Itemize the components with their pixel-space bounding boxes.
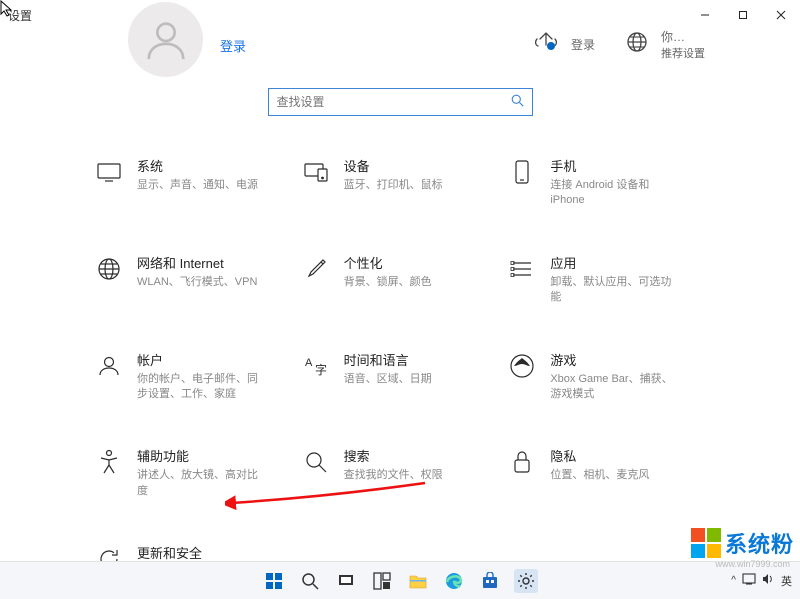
privacy-icon [508,448,536,476]
onedrive-icon [533,31,559,58]
tile-apps[interactable]: 应用卸载、默认应用、可选功能 [508,253,705,306]
edge-icon[interactable] [442,569,466,593]
tray-chevron-icon[interactable]: ^ [731,575,736,586]
accounts-icon [95,352,123,380]
wu-label1: 你… [661,28,705,45]
svg-text:字: 字 [315,362,327,377]
maximize-button[interactable] [724,0,762,30]
explorer-icon[interactable] [406,569,430,593]
tile-ease[interactable]: 辅助功能讲述人、放大镜、高对比度 [95,446,292,499]
taskbar: ^ 英 [0,561,800,599]
watermark-logo-icon [691,528,721,558]
system-icon [95,158,123,186]
taskview-icon[interactable] [334,569,358,593]
svg-text:A: A [305,357,313,369]
time-language-icon: A字 [302,352,330,380]
header: 登录 登录 你…推荐设置 [0,30,800,58]
wu-label2: 推荐设置 [661,45,705,61]
search-box[interactable] [268,88,533,116]
tile-personalization[interactable]: 个性化背景、锁屏、颜色 [302,253,499,306]
tile-time[interactable]: A字 时间和语言语音、区域、日期 [302,350,499,403]
search-input[interactable] [277,95,511,109]
titlebar: 设置 [0,0,800,30]
widgets-icon[interactable] [370,569,394,593]
avatar[interactable] [128,2,203,77]
windows-update-widget[interactable]: 你…推荐设置 [625,28,705,61]
login-link[interactable]: 登录 [220,30,246,55]
search-icon [511,94,524,110]
tray-cast-icon[interactable] [742,573,756,588]
globe-icon [625,30,649,59]
onedrive-widget[interactable]: 登录 [533,31,595,58]
onedrive-label: 登录 [571,36,595,53]
tile-privacy[interactable]: 隐私位置、相机、麦克风 [508,446,705,499]
tile-accounts[interactable]: 帐户你的帐户、电子邮件、同步设置、工作、家庭 [95,350,292,403]
settings-grid: 系统显示、声音、通知、电源 设备蓝牙、打印机、鼠标 手机连接 Android 设… [0,116,800,596]
close-button[interactable] [762,0,800,30]
tray-volume-icon[interactable] [762,573,775,588]
tray-ime-icon[interactable]: 英 [781,573,792,589]
phone-icon [508,158,536,186]
watermark-url: www.win7999.com [715,559,790,569]
tile-phone[interactable]: 手机连接 Android 设备和 iPhone [508,156,705,209]
accessibility-icon [95,448,123,476]
taskbar-search-icon[interactable] [298,569,322,593]
tile-gaming[interactable]: 游戏Xbox Game Bar、捕获、游戏模式 [508,350,705,403]
search-tile-icon [302,448,330,476]
minimize-button[interactable] [686,0,724,30]
start-button[interactable] [262,569,286,593]
devices-icon [302,158,330,186]
tile-system[interactable]: 系统显示、声音、通知、电源 [95,156,292,209]
watermark: 系统粉 [691,527,794,559]
personalization-icon [302,255,330,283]
store-icon[interactable] [478,569,502,593]
tile-search[interactable]: 搜索查找我的文件、权限 [302,446,499,499]
tile-network[interactable]: 网络和 InternetWLAN、飞行模式、VPN [95,253,292,306]
network-icon [95,255,123,283]
apps-icon [508,255,536,283]
gaming-icon [508,352,536,380]
settings-taskbar-icon[interactable] [514,569,538,593]
tile-devices[interactable]: 设备蓝牙、打印机、鼠标 [302,156,499,209]
cursor-glyph [0,0,14,18]
